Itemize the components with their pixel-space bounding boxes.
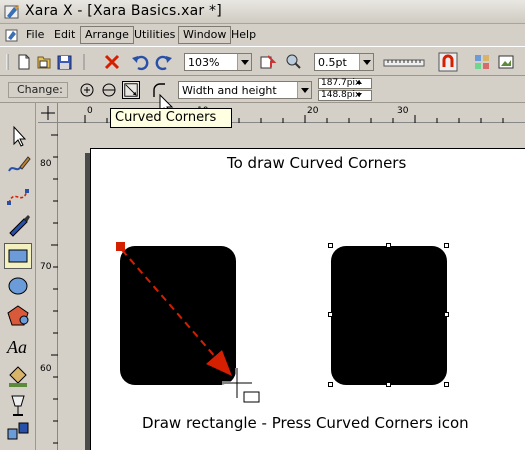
change-label: Change:: [8, 82, 68, 98]
selection-handle[interactable]: [444, 243, 449, 248]
ruler-mark: 30: [397, 106, 409, 116]
tooltip: Curved Corners: [110, 108, 232, 128]
ruler-mark: 20: [307, 106, 319, 116]
open-icon[interactable]: [34, 52, 54, 72]
rectangle-tool-icon: [8, 249, 28, 263]
square-diagonal-icon[interactable]: [122, 81, 140, 99]
document-icon[interactable]: [4, 27, 20, 43]
rectangle-tool[interactable]: [4, 243, 32, 269]
transparency-tool-icon[interactable]: [4, 393, 32, 419]
selection-handle[interactable]: [386, 243, 391, 248]
drawn-rectangle[interactable]: [120, 246, 236, 385]
height-field[interactable]: 148.8pix: [318, 90, 372, 101]
instruction-caption: Draw rectangle - Press Curved Corners ic…: [142, 414, 469, 432]
ruler-origin[interactable]: [38, 103, 58, 123]
menu-bar: File Edit Arrange Utilities Window Help: [0, 25, 525, 45]
crosshair-icon: [41, 106, 55, 120]
menu-window[interactable]: Window: [178, 26, 232, 44]
ruler-mark: 0: [87, 106, 93, 116]
selector-tool-icon[interactable]: [4, 123, 32, 149]
delete-icon[interactable]: [102, 52, 122, 72]
bezier-tool-icon[interactable]: [4, 183, 32, 209]
selection-handle[interactable]: [328, 312, 333, 317]
save-icon[interactable]: [54, 52, 74, 72]
zoom-dropdown[interactable]: 103%: [184, 53, 252, 71]
previous-zoom-icon[interactable]: [284, 52, 304, 72]
menu-edit[interactable]: Edit: [50, 27, 79, 43]
undo-icon[interactable]: [130, 52, 150, 72]
spin-down-icon[interactable]: [356, 93, 362, 97]
svg-text:Aa: Aa: [6, 337, 27, 357]
ruler-mark: 60: [40, 364, 52, 374]
freehand-tool-icon[interactable]: [4, 153, 32, 179]
circle-minus-icon[interactable]: [100, 81, 118, 99]
bitmap-gallery-icon[interactable]: [496, 52, 516, 72]
quickshape-tool-icon[interactable]: [4, 303, 32, 329]
drag-start-handle[interactable]: [116, 242, 125, 251]
text-tool-icon[interactable]: Aa: [4, 333, 32, 359]
circle-plus-icon[interactable]: [78, 81, 96, 99]
new-document-icon[interactable]: [14, 52, 34, 72]
ruler-mark: 80: [40, 159, 52, 169]
page-heading: To draw Curved Corners: [227, 154, 407, 172]
main-toolbar: 103% 0.5pt: [0, 46, 525, 76]
zoom-value: 103%: [188, 56, 220, 69]
menu-file[interactable]: File: [22, 27, 48, 43]
redo-icon[interactable]: [154, 52, 174, 72]
gallery-icon[interactable]: [472, 52, 492, 72]
selection-handle[interactable]: [328, 243, 333, 248]
blend-tool-icon[interactable]: [4, 419, 32, 445]
fill-tool-icon[interactable]: [4, 363, 32, 389]
width-field[interactable]: 187.7pix: [318, 78, 372, 89]
toolbar-grip-icon: [6, 54, 9, 70]
line-width-dropdown[interactable]: 0.5pt: [314, 53, 374, 71]
menu-help[interactable]: Help: [227, 27, 260, 43]
line-width-value: 0.5pt: [318, 56, 347, 69]
title-bar: Xara X - [Xara Basics.xar *]: [0, 0, 525, 24]
toolbar-separator-icon: [83, 54, 85, 70]
zoom-to-page-icon[interactable]: [258, 52, 278, 72]
xara-app-icon: [4, 5, 19, 19]
menu-utilities[interactable]: Utilities: [130, 27, 179, 43]
vertical-ruler-ticks: [51, 134, 58, 444]
snap-magnet-icon[interactable]: [438, 52, 458, 72]
selection-handle[interactable]: [444, 382, 449, 387]
size-mode-dropdown[interactable]: Width and height: [178, 81, 312, 99]
selection-handle[interactable]: [444, 312, 449, 317]
spin-up-icon[interactable]: [356, 80, 362, 84]
size-mode-value: Width and height: [182, 84, 277, 97]
menu-arrange[interactable]: Arrange: [80, 26, 134, 44]
selection-handle[interactable]: [328, 382, 333, 387]
ruler-mark: 70: [40, 262, 52, 272]
selection-handle[interactable]: [386, 382, 391, 387]
info-bar: Change: Width and height 187.7pix 148.8p…: [0, 77, 525, 103]
line-width-ruler-icon[interactable]: [382, 52, 426, 72]
window-title: Xara X - [Xara Basics.xar *]: [25, 3, 222, 19]
chevron-down-icon[interactable]: [359, 54, 373, 70]
shape-editor-tool-icon[interactable]: [4, 213, 32, 239]
vertical-ruler[interactable]: 80 70 60: [38, 123, 58, 450]
toolbox: Aa: [0, 103, 36, 450]
ellipse-tool-icon[interactable]: [4, 273, 32, 299]
chevron-down-icon[interactable]: [297, 82, 311, 98]
chevron-down-icon[interactable]: [237, 54, 251, 70]
curved-corner-icon[interactable]: [150, 81, 168, 99]
rounded-rectangle-selected[interactable]: [331, 246, 447, 385]
